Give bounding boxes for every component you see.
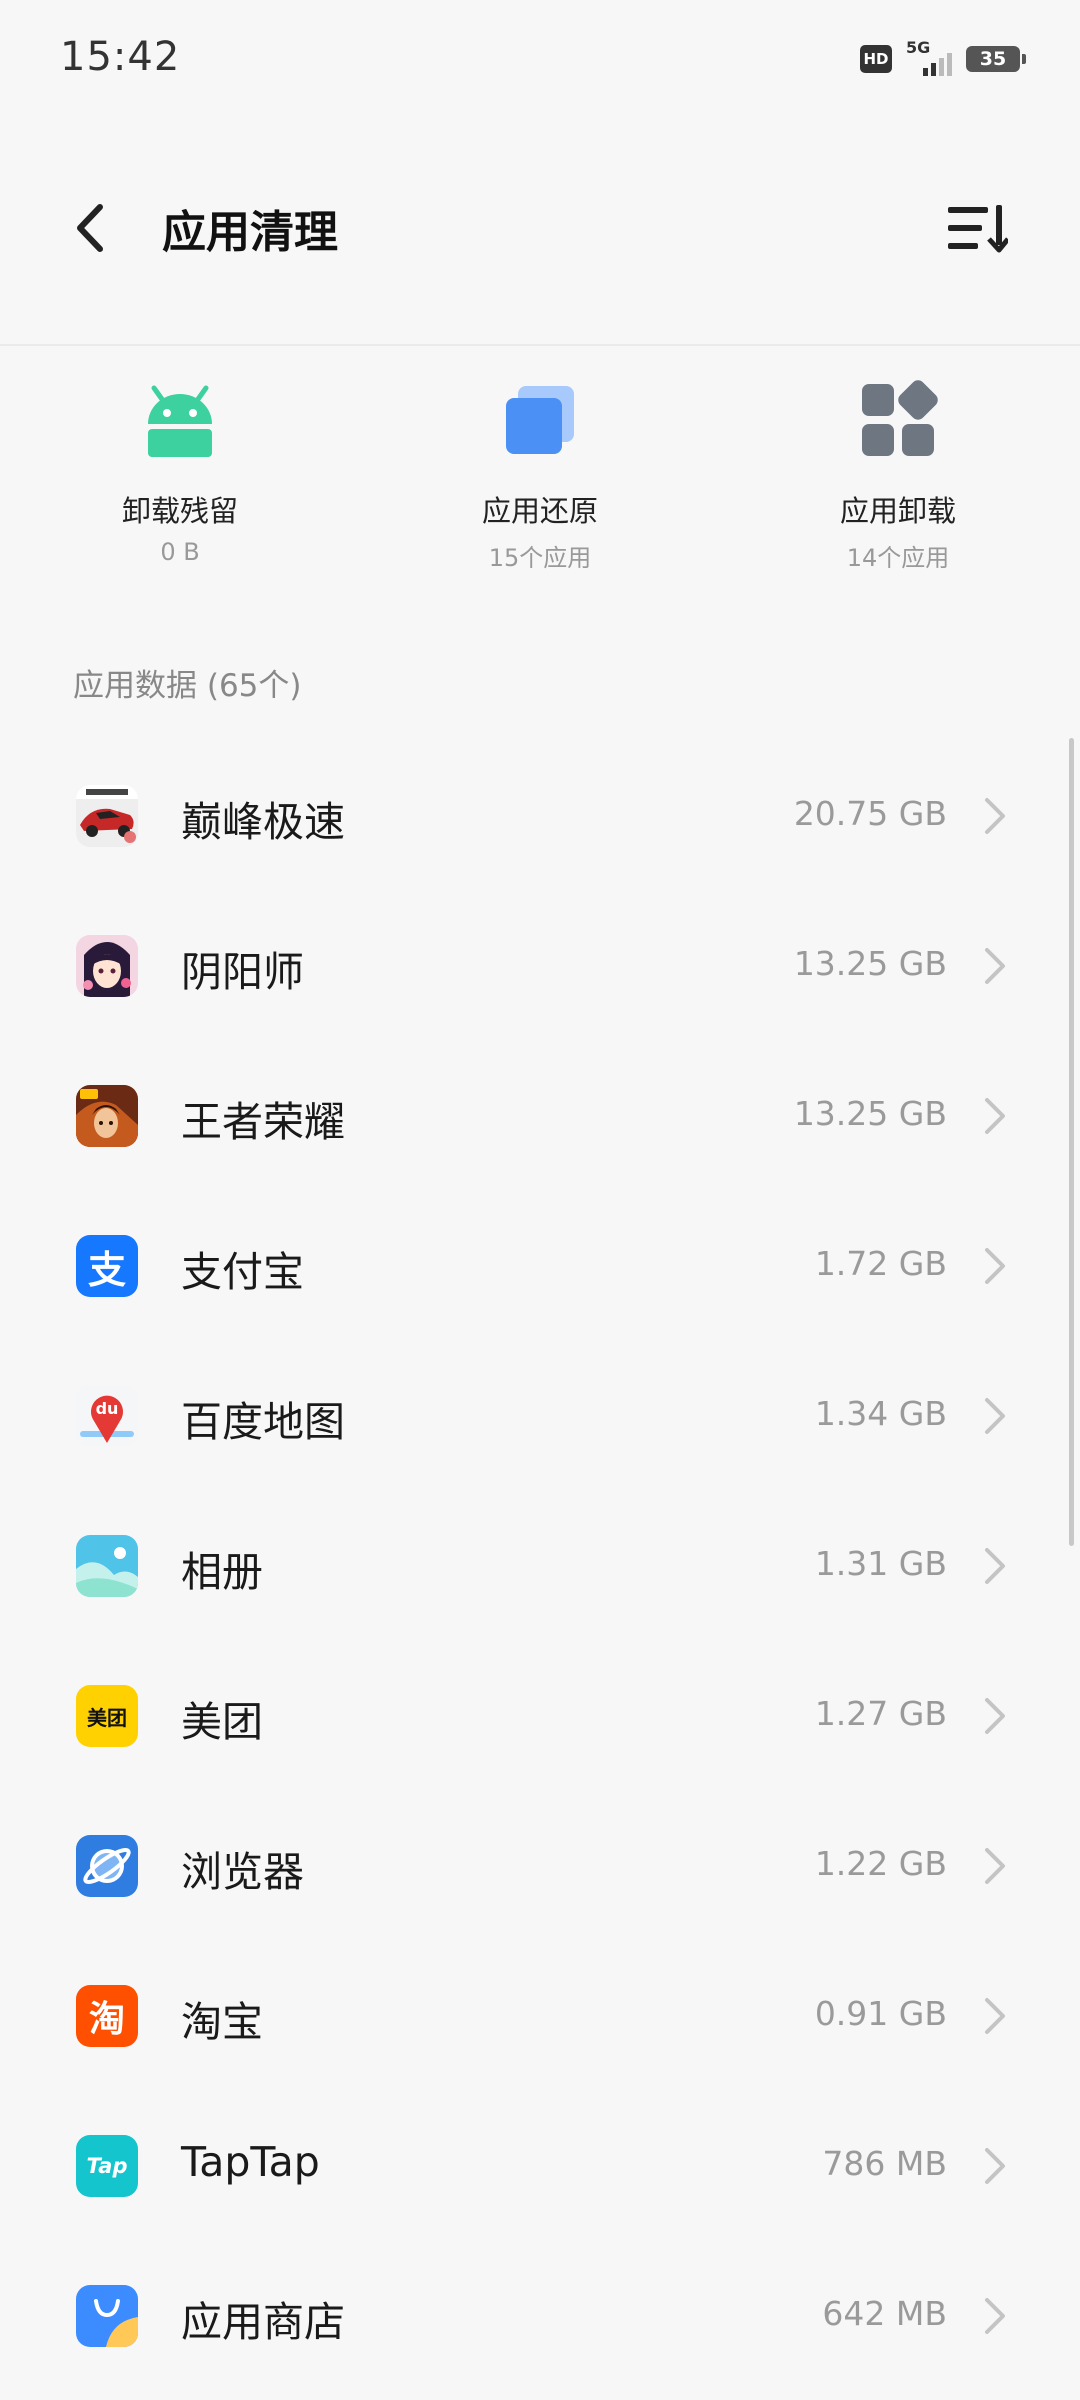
app-name: 阴阳师	[181, 948, 304, 996]
chevron-right-icon	[980, 2146, 1010, 2186]
app-row[interactable]: 支 支付宝 1.72 GB	[0, 1190, 1080, 1340]
status-time: 15:42	[60, 34, 181, 80]
app-row[interactable]: 美团 美团 1.27 GB	[0, 1640, 1080, 1790]
app-name: 应用商店	[181, 2298, 345, 2346]
app-uninstall-button[interactable]: 应用卸载 14个应用	[748, 380, 1048, 573]
taobao-icon: 淘	[76, 1985, 138, 2047]
app-size: 1.27 GB	[814, 1694, 947, 1733]
baidu-glyph: du	[95, 1398, 119, 1418]
app-row[interactable]: 淘 淘宝 0.91 GB	[0, 1940, 1080, 2090]
hd-icon: HD	[860, 45, 892, 73]
app-row[interactable]: 浏览器 1.22 GB	[0, 1790, 1080, 1940]
app-row[interactable]: 应用商店 642 MB	[0, 2240, 1080, 2390]
app-size: 0.91 GB	[814, 1994, 947, 2033]
racing-car-icon	[76, 785, 138, 847]
taobao-glyph: 淘	[88, 1999, 125, 2040]
chevron-right-icon	[980, 1096, 1010, 1136]
chevron-right-icon	[980, 1396, 1010, 1436]
app-size: 1.22 GB	[814, 1844, 947, 1883]
app-restore-button[interactable]: 应用还原 15个应用	[390, 380, 690, 573]
app-row[interactable]: du 百度地图 1.34 GB	[0, 1340, 1080, 1490]
sort-list-icon	[948, 205, 1008, 253]
chevron-right-icon	[980, 1546, 1010, 1586]
uninstall-residue-button[interactable]: 卸载残留 0 B	[30, 380, 330, 566]
android-icon	[140, 380, 220, 460]
qa-sub: 15个应用	[488, 544, 592, 572]
honor-of-kings-icon	[76, 1085, 138, 1147]
back-button[interactable]	[60, 198, 120, 258]
scrollbar[interactable]	[1069, 738, 1074, 1546]
battery-icon: 35	[966, 46, 1026, 72]
sort-button[interactable]	[944, 196, 1010, 260]
app-size: 1.34 GB	[814, 1394, 947, 1433]
qa-label: 卸载残留	[121, 494, 238, 528]
gallery-icon	[76, 1535, 138, 1597]
app-name: 支付宝	[181, 1248, 304, 1296]
chevron-right-icon	[980, 1996, 1010, 2036]
header-divider	[0, 344, 1080, 346]
quick-actions: 卸载残留 0 B 应用还原 15个应用 应用卸载 14个应用	[0, 380, 1080, 580]
meituan-icon: 美团	[76, 1685, 138, 1747]
browser-icon	[76, 1835, 138, 1897]
app-grid-icon	[858, 380, 938, 460]
onmyoji-icon	[76, 935, 138, 997]
app-name: 相册	[181, 1548, 263, 1596]
page-title: 应用清理	[162, 207, 338, 258]
qa-sub: 0 B	[160, 538, 200, 566]
app-size: 13.25 GB	[793, 1094, 947, 1133]
app-name: 巅峰极速	[181, 798, 345, 846]
app-row[interactable]: Tap TapTap 786 MB	[0, 2090, 1080, 2240]
app-name: 美团	[181, 1698, 263, 1746]
chevron-right-icon	[980, 796, 1010, 836]
app-row[interactable]: 巅峰极速 20.75 GB	[0, 740, 1080, 890]
app-name: 浏览器	[181, 1848, 304, 1896]
app-size: 642 MB	[822, 2294, 947, 2333]
qa-label: 应用卸载	[839, 494, 956, 528]
chevron-right-icon	[980, 1246, 1010, 1286]
chevron-right-icon	[980, 1846, 1010, 1886]
taptap-icon: Tap	[76, 2135, 138, 2197]
app-name: 王者荣耀	[181, 1098, 345, 1146]
app-name: TapTap	[181, 2138, 320, 2186]
app-name: 百度地图	[181, 1398, 345, 1446]
app-size: 1.72 GB	[814, 1244, 947, 1283]
alipay-glyph: 支	[87, 1247, 126, 1292]
app-list: 巅峰极速 20.75 GB 阴阳师 13.25 GB 王者荣耀 13.25 GB…	[0, 740, 1080, 2390]
status-bar: 15:42 HD 5G 35	[0, 0, 1080, 120]
app-size: 786 MB	[822, 2144, 947, 2183]
meituan-glyph: 美团	[87, 1705, 127, 1730]
section-title: 应用数据 (65个)	[73, 668, 302, 704]
chevron-right-icon	[980, 1696, 1010, 1736]
status-icons: HD 5G 35	[860, 38, 1026, 76]
header: 应用清理	[0, 120, 1080, 345]
app-size: 13.25 GB	[793, 944, 947, 983]
app-store-icon	[76, 2285, 138, 2347]
chevron-right-icon	[980, 2296, 1010, 2336]
qa-sub: 14个应用	[846, 544, 950, 572]
signal-icon: 5G	[906, 38, 952, 76]
qa-label: 应用还原	[481, 494, 598, 528]
chevron-right-icon	[980, 946, 1010, 986]
app-size: 1.31 GB	[814, 1544, 947, 1583]
restore-layers-icon	[500, 380, 580, 460]
baidu-map-icon: du	[76, 1385, 138, 1447]
app-row[interactable]: 王者荣耀 13.25 GB	[0, 1040, 1080, 1190]
taptap-glyph: Tap	[86, 2154, 128, 2178]
back-arrow-icon	[77, 204, 103, 252]
alipay-icon: 支	[76, 1235, 138, 1297]
app-name: 淘宝	[181, 1998, 263, 2046]
app-row[interactable]: 相册 1.31 GB	[0, 1490, 1080, 1640]
app-row[interactable]: 阴阳师 13.25 GB	[0, 890, 1080, 1040]
app-size: 20.75 GB	[793, 794, 947, 833]
